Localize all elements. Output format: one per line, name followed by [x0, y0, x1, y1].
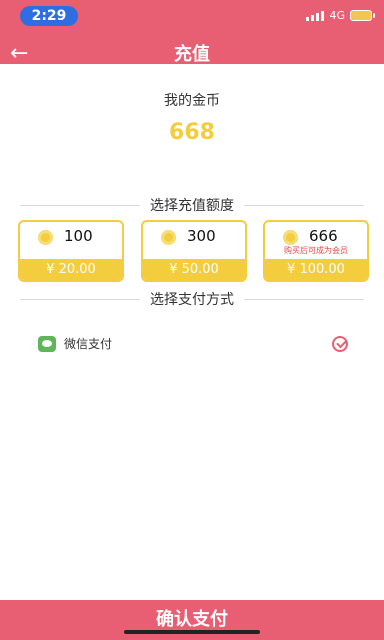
recharge-section-label: 选择充值额度: [150, 198, 234, 214]
network-label: 4G: [329, 9, 345, 22]
home-indicator: [124, 630, 260, 634]
page-title: 充值: [174, 44, 210, 64]
signal-icon: [306, 10, 325, 21]
check-icon[interactable]: [332, 336, 348, 352]
status-bar-right: 4G: [306, 9, 375, 22]
divider-line: [20, 204, 140, 206]
package-amount: 666: [309, 227, 338, 245]
coin-icon: [161, 230, 176, 245]
package-top: 666 购买后可成为会员: [265, 222, 367, 258]
package-cards: 100 ¥ 20.00 300 ¥ 50.00 666 购买后可成为会员 ¥ 1…: [18, 220, 369, 282]
wechat-icon: [38, 336, 56, 352]
package-card-300[interactable]: 300 ¥ 50.00: [141, 220, 247, 282]
package-price: ¥ 100.00: [265, 259, 367, 280]
package-amount: 300: [187, 227, 216, 245]
package-card-666[interactable]: 666 购买后可成为会员 ¥ 100.00: [263, 220, 369, 282]
package-price: ¥ 50.00: [143, 259, 245, 280]
status-time: 2:29: [20, 6, 78, 26]
payment-method-label: 微信支付: [64, 337, 113, 351]
package-amount: 100: [64, 227, 93, 245]
payment-method-wechat[interactable]: 微信支付: [38, 334, 348, 356]
coins-label: 我的金币: [164, 93, 220, 109]
recharge-content: 我的金币 668 选择充值额度 100 ¥ 20.00 300 ¥ 50.00 …: [0, 64, 384, 600]
coin-icon: [283, 230, 298, 245]
package-card-100[interactable]: 100 ¥ 20.00: [18, 220, 124, 282]
member-note: 购买后可成为会员: [284, 246, 348, 255]
battery-icon: [350, 10, 375, 21]
divider-line: [244, 298, 364, 300]
divider-line: [244, 204, 364, 206]
package-price: ¥ 20.00: [20, 259, 122, 280]
coin-icon: [38, 230, 53, 245]
payment-section-label: 选择支付方式: [150, 292, 234, 308]
package-top: 100: [20, 222, 122, 258]
recharge-section-title: 选择充值额度: [20, 195, 364, 215]
divider-line: [20, 298, 140, 300]
package-top: 300: [143, 222, 245, 258]
app-header: 2:29 4G ← 充值: [0, 0, 384, 64]
coins-value: 668: [169, 120, 215, 145]
payment-section-title: 选择支付方式: [20, 289, 364, 309]
confirm-pay-button[interactable]: 确认支付: [0, 600, 384, 640]
